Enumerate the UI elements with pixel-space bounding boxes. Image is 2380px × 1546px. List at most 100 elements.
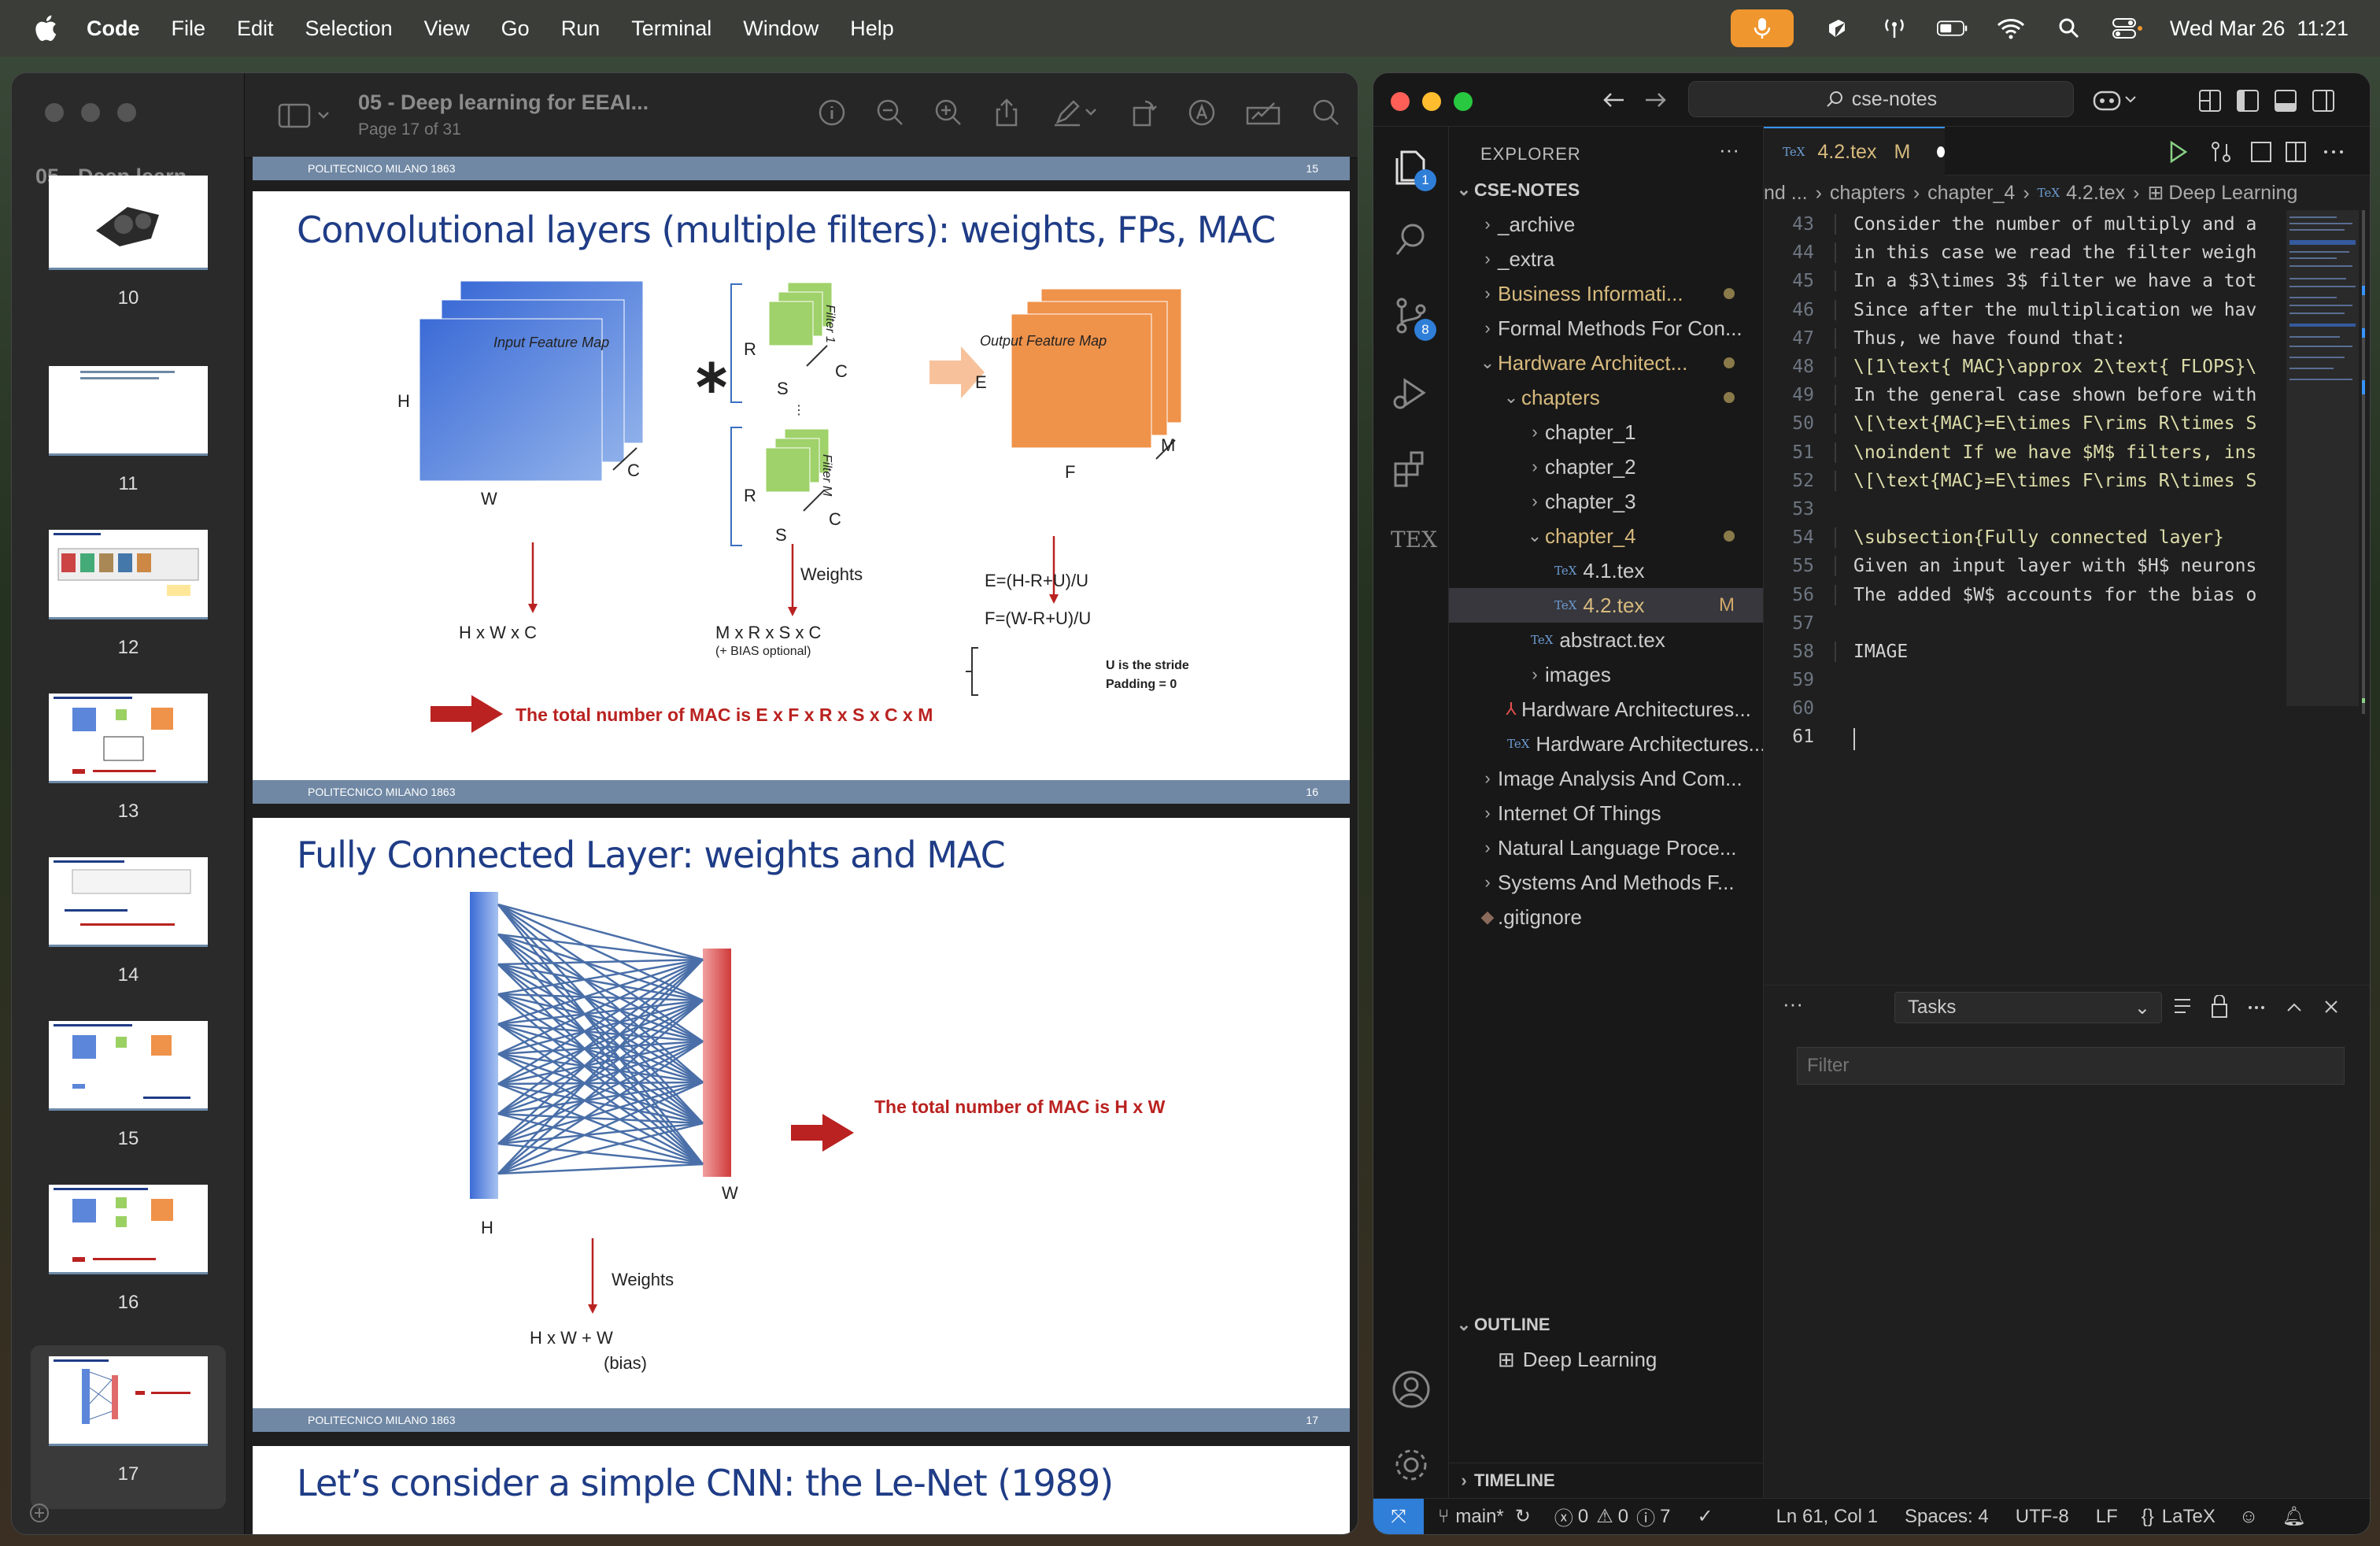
tree-item[interactable]: › Internet Of Things xyxy=(1449,796,1763,830)
broadcast-icon[interactable] xyxy=(1879,16,1910,41)
check-icon[interactable]: ✓ xyxy=(1697,1505,1713,1528)
tree-item[interactable]: › images xyxy=(1449,657,1763,692)
code-line[interactable]: 61 xyxy=(1764,723,2283,751)
tree-item[interactable]: › Formal Methods For Con... xyxy=(1449,311,1763,346)
account-icon[interactable] xyxy=(1391,1369,1432,1410)
timeline-section[interactable]: › TIMELINE xyxy=(1449,1463,1763,1498)
unsaved-dot-icon[interactable] xyxy=(1937,146,1945,157)
tree-item[interactable]: ⌄ chapters xyxy=(1449,380,1763,415)
tree-item[interactable]: TeX abstract.tex xyxy=(1449,623,1763,657)
explorer-icon[interactable]: 1 xyxy=(1391,146,1436,191)
error-count[interactable]: 0 xyxy=(1578,1506,1588,1528)
code-line[interactable]: 49 In the general case shown before with xyxy=(1764,381,2283,409)
breadcrumb-item[interactable]: 4.2.tex xyxy=(2066,182,2125,205)
tree-item[interactable]: › Systems And Methods F... xyxy=(1449,865,1763,900)
outline-item[interactable]: ⊞ Deep Learning xyxy=(1449,1342,1763,1377)
menu-help[interactable]: Help xyxy=(850,17,894,41)
tree-item[interactable]: TeX Hardware Architectures... xyxy=(1449,727,1763,761)
code-line[interactable]: 45 In a $3\times 3$ filter we have a tot xyxy=(1764,267,2283,295)
info-icon[interactable] xyxy=(816,97,848,128)
command-center-search[interactable]: cse-notes xyxy=(1688,81,2074,117)
info-count[interactable]: 7 xyxy=(1660,1506,1670,1528)
code-editor[interactable]: 43 Consider the number of multiply and a4… xyxy=(1764,210,2283,950)
zoom-button[interactable] xyxy=(1454,92,1473,111)
breadcrumb-item[interactable]: Deep Learning xyxy=(2168,182,2297,205)
code-line[interactable]: 54 \subsection{Fully connected layer} xyxy=(1764,523,2283,552)
code-line[interactable]: 48 \[1\text{ MAC}\approx 2\text{ FLOPS}\ xyxy=(1764,353,2283,381)
code-line[interactable]: 52 \[\text{MAC}=E\times F\rims R\times S xyxy=(1764,467,2283,495)
line-ending[interactable]: LF xyxy=(2096,1506,2118,1528)
thumbnail-page[interactable]: 11 xyxy=(12,363,245,527)
code-line[interactable]: 55 Given an input layer with $H$ neurons xyxy=(1764,552,2283,580)
code-line[interactable]: 58 IMAGE xyxy=(1764,638,2283,666)
minimap[interactable] xyxy=(2283,210,2368,950)
menu-terminal[interactable]: Terminal xyxy=(631,17,711,41)
minimize-button[interactable] xyxy=(81,103,100,122)
minimize-button[interactable] xyxy=(1422,92,1441,111)
menu-window[interactable]: Window xyxy=(743,17,819,41)
close-button[interactable] xyxy=(1391,92,1410,111)
panel-actions[interactable] xyxy=(2171,995,2352,1020)
tree-item[interactable]: › chapter_1 xyxy=(1449,415,1763,449)
code-line[interactable]: 51 \noindent If we have $M$ filters, ins xyxy=(1764,438,2283,467)
warning-count[interactable]: 0 xyxy=(1618,1506,1628,1528)
thumbnail-page[interactable]: 12 xyxy=(12,527,245,690)
cursor-position[interactable]: Ln 61, Col 1 xyxy=(1776,1506,1878,1528)
zoom-button[interactable] xyxy=(117,103,136,122)
menu-app-name[interactable]: Code xyxy=(87,17,140,41)
control-center-icon[interactable] xyxy=(2112,16,2143,41)
share-icon[interactable] xyxy=(991,97,1022,128)
info-icon[interactable]: ⓘ xyxy=(1636,1503,1655,1530)
battery-icon[interactable] xyxy=(1936,16,1968,41)
breadcrumb-item[interactable]: chapters xyxy=(1830,182,1905,205)
tree-item[interactable]: TeX 4.1.tex xyxy=(1449,553,1763,588)
close-button[interactable] xyxy=(45,103,64,122)
menu-file[interactable]: File xyxy=(172,17,206,41)
thumbnail-page[interactable]: 10 xyxy=(12,176,245,363)
thumbnail-page[interactable]: 16 xyxy=(12,1182,245,1345)
tree-item[interactable]: › _extra xyxy=(1449,242,1763,276)
error-icon[interactable]: ⓧ xyxy=(1554,1503,1573,1530)
more-actions-icon[interactable]: ··· xyxy=(1719,138,1739,162)
microphone-icon[interactable] xyxy=(1730,9,1794,47)
code-line[interactable]: 53 xyxy=(1764,495,2283,523)
copilot-icon[interactable] xyxy=(2093,87,2140,113)
filter-input[interactable] xyxy=(1797,1047,2345,1085)
tree-item[interactable]: ⌄ chapter_4 xyxy=(1449,519,1763,553)
copilot-status-icon[interactable]: ☺ xyxy=(2239,1506,2259,1528)
menu-view[interactable]: View xyxy=(424,17,470,41)
tree-item[interactable]: › chapter_3 xyxy=(1449,484,1763,519)
layout-controls-icon[interactable] xyxy=(2198,89,2356,113)
more-actions-icon[interactable]: ··· xyxy=(1783,992,1803,1016)
add-icon[interactable] xyxy=(29,1503,50,1523)
extensions-icon[interactable] xyxy=(1391,448,1432,489)
code-line[interactable]: 60 xyxy=(1764,694,2283,723)
thumbnail-page[interactable]: 15 xyxy=(12,1018,245,1182)
markup-pen-icon[interactable] xyxy=(1049,97,1101,128)
source-control-icon[interactable]: 8 xyxy=(1391,295,1436,341)
code-line[interactable]: 47 Thus, we have found that: xyxy=(1764,324,2283,353)
code-line[interactable]: 57 xyxy=(1764,609,2283,638)
menu-go[interactable]: Go xyxy=(501,17,530,41)
code-line[interactable]: 44 in this case we read the filter weigh xyxy=(1764,239,2283,267)
settings-gear-icon[interactable] xyxy=(1391,1444,1432,1485)
notifications-bell-icon[interactable]: 🔔︎ xyxy=(2282,1505,2305,1528)
cube-icon[interactable] xyxy=(1820,16,1852,41)
warning-icon[interactable]: ⚠ xyxy=(1596,1505,1613,1528)
menu-edit[interactable]: Edit xyxy=(237,17,274,41)
indentation[interactable]: Spaces: 4 xyxy=(1905,1506,1989,1528)
code-line[interactable]: 46 Since after the multiplication we hav xyxy=(1764,296,2283,324)
tree-item[interactable]: › chapter_2 xyxy=(1449,449,1763,484)
remote-indicator-icon[interactable]: ⤧ xyxy=(1373,1498,1424,1534)
task-selector[interactable]: Tasks ⌄ xyxy=(1894,992,2162,1023)
tab-4-2-tex[interactable]: TeX 4.2.tex M xyxy=(1764,127,1945,176)
code-line[interactable]: 43 Consider the number of multiply and a xyxy=(1764,210,2283,239)
run-debug-icon[interactable] xyxy=(1391,372,1432,413)
thumbnail-page[interactable]: 14 xyxy=(12,854,245,1018)
outline-section[interactable]: ⌄ OUTLINE xyxy=(1449,1307,1763,1342)
tree-item[interactable]: ⌄ Hardware Architect... xyxy=(1449,346,1763,380)
code-line[interactable]: 59 xyxy=(1764,666,2283,694)
code-line[interactable]: 50 \[\text{MAC}=E\times F\rims R\times S xyxy=(1764,409,2283,438)
menu-run[interactable]: Run xyxy=(561,17,601,41)
breadcrumb-item[interactable]: chapter_4 xyxy=(1927,182,2015,205)
